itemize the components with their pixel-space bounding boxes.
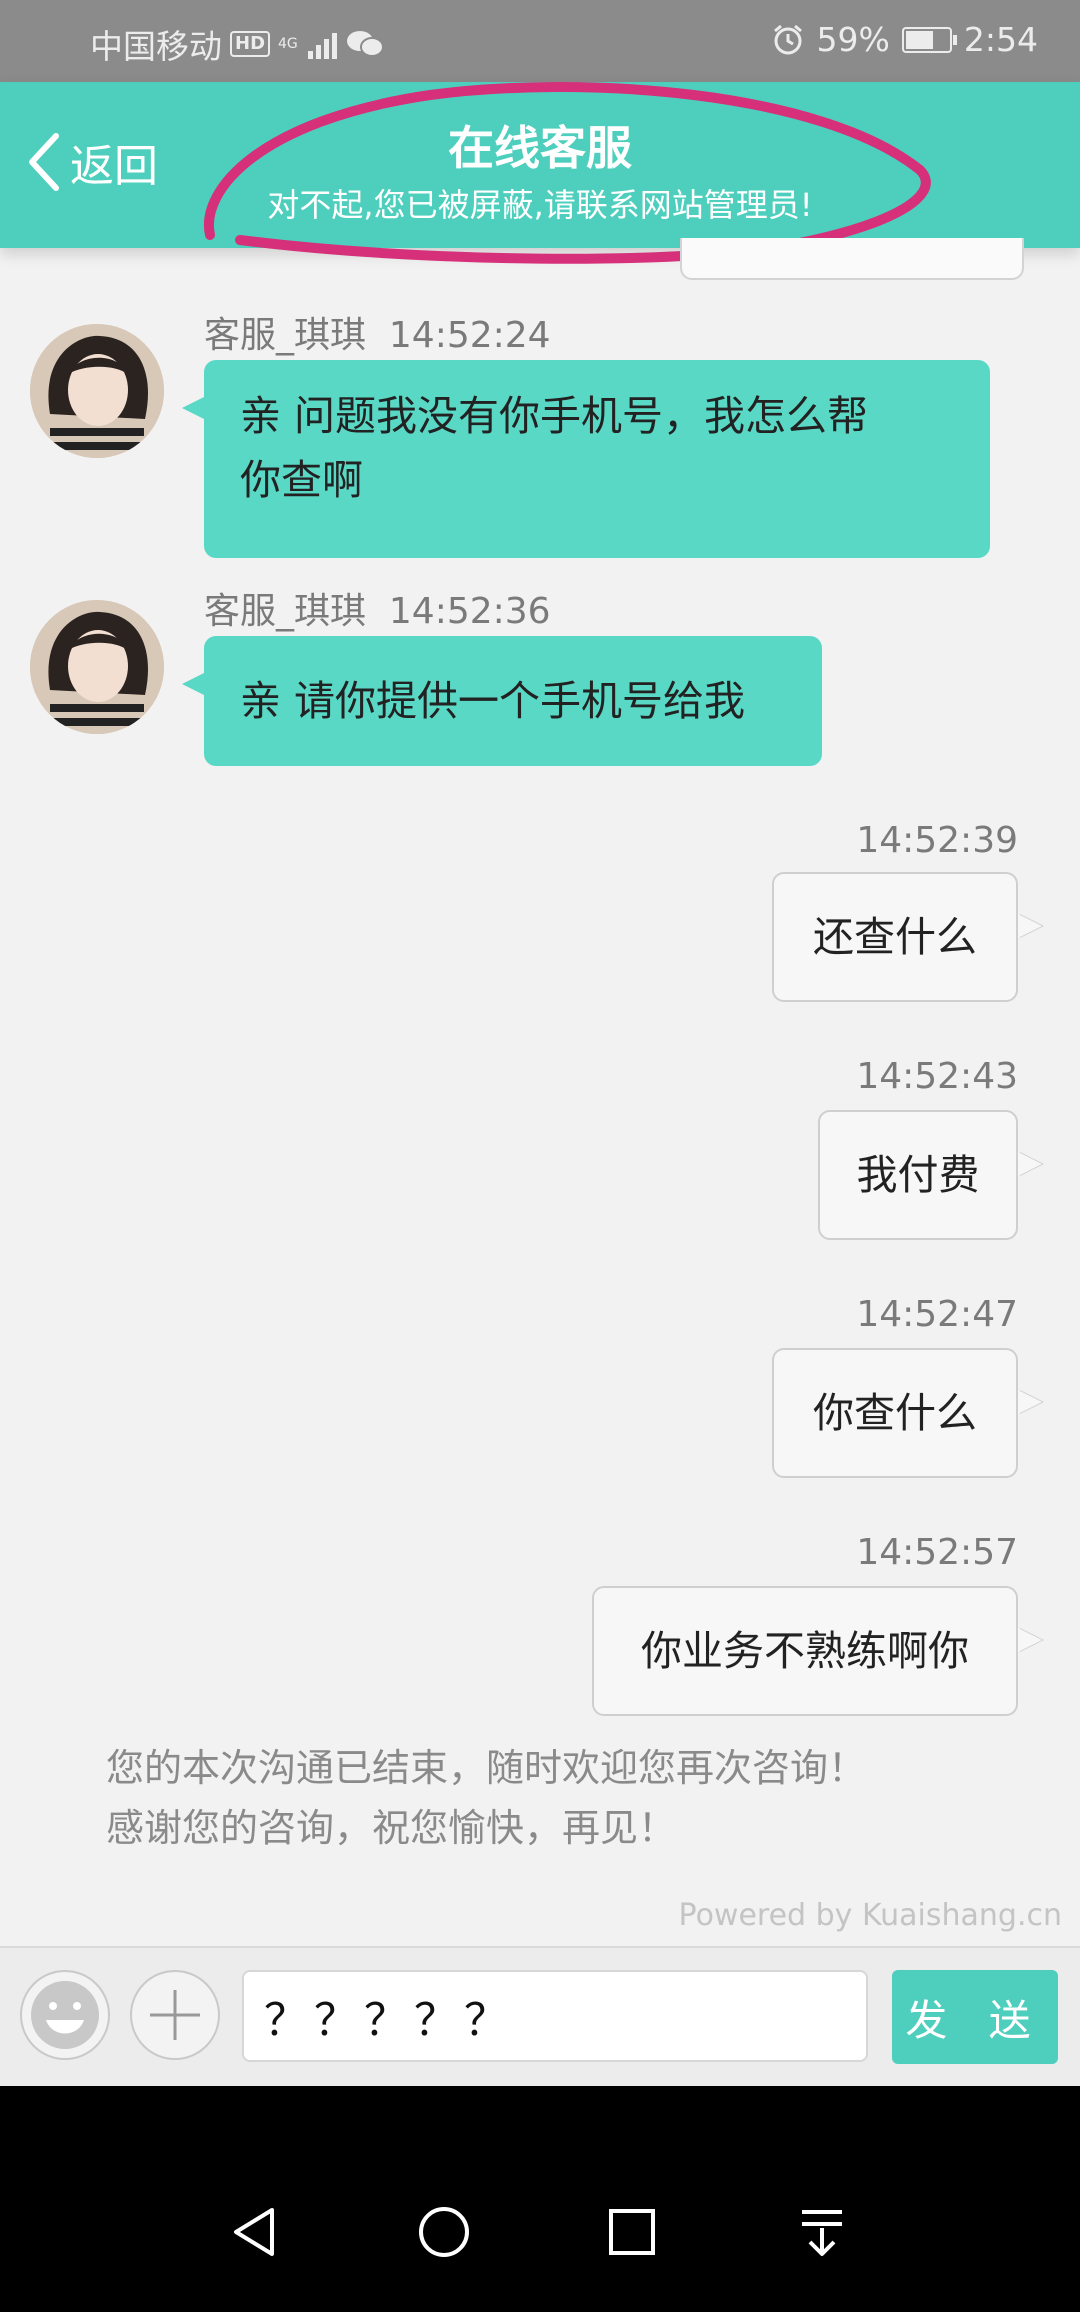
nav-recents-icon[interactable] [604, 2204, 660, 2260]
message-text: 你业务不熟练啊你 [641, 1627, 969, 1675]
message-input[interactable] [242, 1970, 868, 2062]
agent-avatar[interactable] [30, 324, 164, 458]
message-time: 14:52:57 [856, 1532, 1018, 1573]
status-bar: 中国移动 HD 4G 59% 2:54 [0, 0, 1080, 82]
message-text: 你查什么 [813, 1389, 977, 1437]
message-meta: 客服_琪琪 14:52:24 [204, 306, 551, 358]
signal-icon [307, 29, 337, 59]
outgoing-message-bubble[interactable]: 你业务不熟练啊你 [592, 1586, 1018, 1716]
status-left: 中国移动 HD 4G [90, 20, 385, 68]
nav-back-icon[interactable] [226, 2204, 282, 2260]
end-note-line: 您的本次沟通已结束，随时欢迎您再次咨询！ [106, 1746, 867, 1790]
plus-icon [150, 1990, 200, 2040]
page-title: 在线客服 [448, 121, 632, 175]
alarm-icon [773, 24, 802, 54]
emoji-button[interactable] [20, 1970, 110, 2060]
message-time: 14:52:39 [856, 820, 1018, 861]
network-label: 4G [278, 36, 298, 52]
nav-notification-icon[interactable] [794, 2204, 850, 2260]
message-text-line: 亲 问题我没有你手机号，我怎么帮 [240, 392, 869, 440]
outgoing-message-bubble[interactable]: 我付费 [818, 1110, 1018, 1240]
outgoing-message-bubble[interactable]: 你查什么 [772, 1348, 1018, 1478]
nav-home-icon[interactable] [416, 2204, 472, 2260]
battery-icon [901, 26, 957, 53]
powered-by-link[interactable]: Powered by Kuaishang.cn [679, 1898, 1062, 1933]
avatar-image [30, 324, 164, 458]
wechat-icon [346, 31, 384, 57]
smiley-icon [31, 1981, 99, 2049]
add-attachment-button[interactable] [130, 1970, 220, 2060]
message-time: 14:52:47 [856, 1294, 1018, 1335]
chat-header: 返回 在线客服 对不起,您已被屏蔽,请联系网站管理员! [0, 82, 1080, 248]
partial-message-bubble [680, 238, 1024, 280]
hd-icon: HD [230, 31, 271, 57]
carrier-label: 中国移动 [90, 27, 222, 66]
send-button[interactable]: 发 送 [892, 1970, 1058, 2064]
chat-area[interactable]: 客服_琪琪 14:52:24 亲 问题我没有你手机号，我怎么帮 你查啊 客服_琪… [0, 238, 1080, 1948]
agent-avatar[interactable] [30, 600, 164, 734]
clock: 2:54 [963, 20, 1038, 59]
page-subtitle: 对不起,您已被屏蔽,请联系网站管理员! [267, 186, 813, 224]
message-meta: 客服_琪琪 14:52:36 [204, 582, 551, 634]
message-text-line: 你查啊 [240, 456, 363, 504]
battery-percent: 59% [816, 20, 890, 59]
incoming-message-bubble[interactable]: 亲 请你提供一个手机号给我 [182, 636, 822, 766]
system-navigation-bar [0, 2086, 1080, 2312]
message-text: 我付费 [856, 1151, 980, 1199]
outgoing-message-bubble[interactable]: 还查什么 [772, 872, 1018, 1002]
end-note-line: 感谢您的咨询，祝您愉快，再见！ [106, 1806, 677, 1850]
incoming-message-bubble[interactable]: 亲 问题我没有你手机号，我怎么帮 你查啊 [182, 360, 990, 558]
avatar-image [30, 600, 164, 734]
input-bar: 发 送 [0, 1946, 1080, 2088]
message-time: 14:52:43 [856, 1056, 1018, 1097]
sender-name: 客服_琪琪 [204, 315, 367, 356]
message-text: 还查什么 [813, 913, 977, 961]
message-text: 亲 请你提供一个手机号给我 [240, 677, 746, 725]
sender-name: 客服_琪琪 [204, 591, 367, 632]
session-end-note: 您的本次沟通已结束，随时欢迎您再次咨询！ 感谢您的咨询，祝您愉快，再见！ [106, 1738, 866, 1858]
message-time: 14:52:36 [388, 591, 551, 632]
message-time: 14:52:24 [388, 315, 551, 356]
status-right: 59% 2:54 [771, 20, 1038, 59]
